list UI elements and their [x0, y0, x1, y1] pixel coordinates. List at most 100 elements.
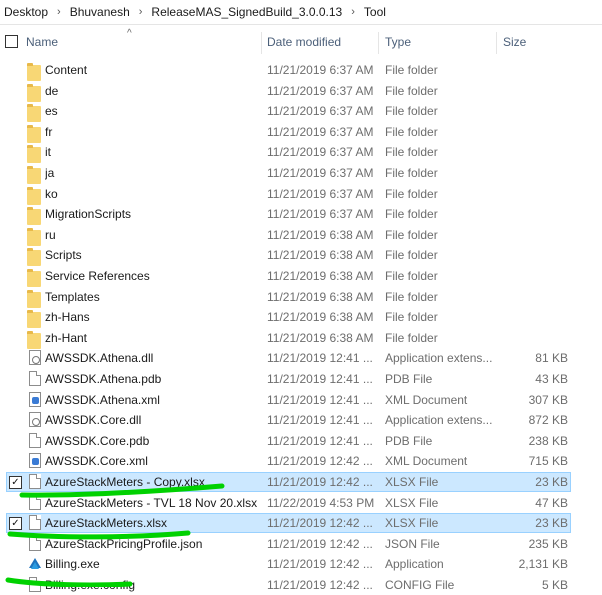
file-name[interactable]: Billing.exe	[45, 557, 260, 571]
column-header-name[interactable]: Name	[26, 28, 58, 56]
file-row[interactable]: es 11/21/2019 6:37 AM File folder	[0, 101, 602, 122]
file-date: 11/21/2019 12:42 ...	[267, 537, 373, 551]
file-row[interactable]: Templates 11/21/2019 6:38 AM File folder	[0, 287, 602, 308]
column-header-type[interactable]: Type	[385, 28, 411, 56]
file-name[interactable]: AWSSDK.Core.pdb	[45, 434, 260, 448]
column-divider[interactable]	[378, 32, 379, 54]
breadcrumb-separator[interactable]: ›	[345, 6, 361, 18]
file-name[interactable]: ru	[45, 228, 260, 242]
file-date: 11/21/2019 12:41 ...	[267, 434, 373, 448]
file-type: JSON File	[385, 537, 440, 551]
sort-ascending-icon: ^	[127, 28, 132, 39]
file-size: 23 KB	[535, 475, 568, 489]
xml-icon	[29, 392, 41, 407]
file-row[interactable]: AWSSDK.Athena.dll 11/21/2019 12:41 ... App…	[0, 348, 602, 368]
file-name[interactable]: MigrationScripts	[45, 207, 260, 221]
file-name[interactable]: ja	[45, 166, 260, 180]
file-row[interactable]: MigrationScripts 11/21/2019 6:37 AM File f…	[0, 204, 602, 225]
file-icon	[29, 474, 41, 489]
file-name[interactable]: AWSSDK.Athena.dll	[45, 351, 260, 365]
file-size: 5 KB	[541, 578, 568, 592]
file-row[interactable]: ja 11/21/2019 6:37 AM File folder	[0, 163, 602, 184]
file-icon	[29, 536, 41, 551]
row-checkbox[interactable]: ✓	[9, 476, 22, 489]
file-size: 715 KB	[528, 454, 568, 468]
file-name[interactable]: ko	[45, 187, 260, 201]
file-date: 11/21/2019 12:41 ...	[267, 393, 373, 407]
file-row[interactable]: AzureStackPricingProfile.json 11/21/2019 …	[0, 534, 602, 554]
file-name[interactable]: AzureStackPricingProfile.json	[45, 537, 260, 551]
file-name[interactable]: Content	[45, 63, 260, 77]
file-row[interactable]: fr 11/21/2019 6:37 AM File folder	[0, 122, 602, 143]
file-name[interactable]: it	[45, 145, 260, 159]
file-name[interactable]: AzureStackMeters.xlsx	[45, 516, 260, 530]
column-divider[interactable]	[261, 32, 262, 54]
file-name[interactable]: AWSSDK.Core.dll	[45, 413, 260, 427]
file-row[interactable]: Content 11/21/2019 6:37 AM File folder	[0, 60, 602, 81]
file-row[interactable]: AWSSDK.Core.dll 11/21/2019 12:41 ... Appli…	[0, 410, 602, 430]
file-name[interactable]: es	[45, 104, 260, 118]
file-row[interactable]: AWSSDK.Athena.xml 11/21/2019 12:41 ... XML…	[0, 390, 602, 410]
file-row[interactable]: Scripts 11/21/2019 6:38 AM File folder	[0, 245, 602, 266]
file-name[interactable]: Service References	[45, 269, 260, 283]
file-type: File folder	[385, 187, 438, 201]
file-type: File folder	[385, 269, 438, 283]
row-checkbox[interactable]: ✓	[9, 517, 22, 530]
file-type: Application extens...	[385, 413, 493, 427]
file-row[interactable]: ru 11/21/2019 6:38 AM File folder	[0, 225, 602, 246]
file-type: File folder	[385, 166, 438, 180]
breadcrumb-separator[interactable]: ›	[133, 6, 149, 18]
file-row[interactable]: ko 11/21/2019 6:37 AM File folder	[0, 184, 602, 205]
file-date: 11/21/2019 6:37 AM	[267, 63, 374, 77]
file-row[interactable]: AzureStackMeters - TVL 18 Nov 20.xlsx 11/…	[0, 493, 602, 513]
breadcrumb-user[interactable]: Bhuvanesh	[67, 5, 133, 19]
file-date: 11/21/2019 12:42 ...	[267, 516, 373, 530]
column-divider[interactable]	[496, 32, 497, 54]
folder-icon	[27, 207, 41, 225]
column-header-date[interactable]: Date modified	[267, 28, 341, 56]
folder-icon	[27, 248, 41, 266]
file-name[interactable]: AzureStackMeters - TVL 18 Nov 20.xlsx	[45, 496, 260, 510]
file-icon	[29, 433, 41, 448]
breadcrumb-tool[interactable]: Tool	[361, 5, 389, 19]
column-header-size[interactable]: Size	[503, 28, 526, 56]
breadcrumb-separator[interactable]: ›	[51, 6, 67, 18]
file-name[interactable]: AWSSDK.Athena.pdb	[45, 372, 260, 386]
file-row[interactable]: zh-Hans 11/21/2019 6:38 AM File folder	[0, 307, 602, 328]
file-name[interactable]: zh-Hans	[45, 310, 260, 324]
file-name[interactable]: zh-Hant	[45, 331, 260, 345]
file-type: XML Document	[385, 454, 468, 468]
file-type: File folder	[385, 228, 438, 242]
breadcrumb[interactable]: Desktop › Bhuvanesh › ReleaseMAS_SignedB…	[0, 0, 602, 25]
file-row[interactable]: Billing.exe.config 11/21/2019 12:42 ... CO…	[0, 575, 602, 595]
file-type: File folder	[385, 207, 438, 221]
file-row[interactable]: Service References 11/21/2019 6:38 AM File…	[0, 266, 602, 287]
folder-icon	[27, 187, 41, 205]
file-row[interactable]: AWSSDK.Core.pdb 11/21/2019 12:41 ... PDB F…	[0, 431, 602, 451]
file-name[interactable]: Billing.exe.config	[45, 578, 260, 592]
breadcrumb-release[interactable]: ReleaseMAS_SignedBuild_3.0.0.13	[148, 5, 345, 19]
file-row[interactable]: zh-Hant 11/21/2019 6:38 AM File folder	[0, 328, 602, 349]
file-row[interactable]: ✓ AzureStackMeters - Copy.xlsx 11/21/2019 …	[0, 472, 602, 492]
file-name[interactable]: AzureStackMeters - Copy.xlsx	[45, 475, 260, 489]
breadcrumb-desktop[interactable]: Desktop	[0, 5, 51, 19]
file-row[interactable]: it 11/21/2019 6:37 AM File folder	[0, 142, 602, 163]
folder-icon	[27, 331, 41, 349]
file-name[interactable]: AWSSDK.Athena.xml	[45, 393, 260, 407]
file-name[interactable]: fr	[45, 125, 260, 139]
file-date: 11/21/2019 12:41 ...	[267, 351, 373, 365]
file-row[interactable]: AWSSDK.Athena.pdb 11/21/2019 12:41 ... PDB…	[0, 369, 602, 389]
xml-icon	[29, 453, 41, 468]
file-name[interactable]: AWSSDK.Core.xml	[45, 454, 260, 468]
file-row[interactable]: ✓ AzureStackMeters.xlsx 11/21/2019 12:42 .…	[0, 513, 602, 533]
file-row[interactable]: AWSSDK.Core.xml 11/21/2019 12:42 ... XML D…	[0, 451, 602, 471]
folder-icon	[27, 269, 41, 287]
select-all-checkbox[interactable]	[5, 35, 18, 48]
gear-file-icon	[29, 350, 41, 365]
file-name[interactable]: de	[45, 84, 260, 98]
file-row[interactable]: de 11/21/2019 6:37 AM File folder	[0, 81, 602, 102]
file-name[interactable]: Scripts	[45, 248, 260, 262]
folder-icon	[27, 290, 41, 308]
file-name[interactable]: Templates	[45, 290, 260, 304]
file-row[interactable]: Billing.exe 11/21/2019 12:42 ... Applicati…	[0, 554, 602, 574]
